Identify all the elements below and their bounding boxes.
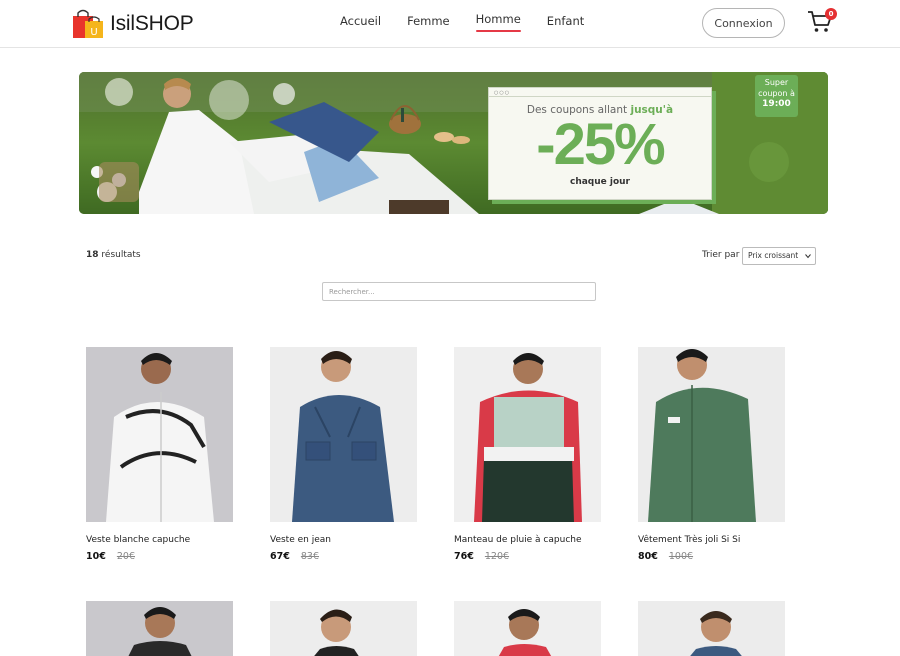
product-card[interactable] bbox=[270, 601, 417, 656]
product-old-price: 20€ bbox=[116, 551, 136, 562]
coupon-frequency: chaque jour bbox=[569, 177, 631, 187]
logo[interactable]: U IsilSHOP bbox=[72, 9, 194, 39]
product-name: Veste blanche capuche bbox=[86, 535, 191, 545]
product-old-price: 83€ bbox=[300, 551, 320, 562]
product-prices: 80€ 100€ bbox=[638, 551, 785, 562]
product-prices: 10€ 20€ bbox=[86, 551, 233, 562]
sort-select[interactable]: Prix croissant bbox=[742, 247, 816, 265]
product-old-price: 100€ bbox=[668, 551, 694, 562]
product-price: 76€ bbox=[454, 551, 474, 562]
product-card[interactable]: Veste blanche capuche 10€ 20€ bbox=[86, 347, 233, 562]
shopping-bag-icon: U bbox=[73, 9, 103, 38]
search-input[interactable] bbox=[322, 282, 596, 301]
super-tag-line2: coupon à bbox=[758, 89, 795, 98]
product-card[interactable]: Manteau de pluie à capuche 76€ 120€ bbox=[454, 347, 601, 562]
results-number: 18 bbox=[86, 250, 99, 260]
product-card[interactable]: Veste en jean 67€ 83€ bbox=[270, 347, 417, 562]
window-dots-icon: ○○○ bbox=[494, 90, 511, 96]
product-price: 10€ bbox=[86, 551, 106, 562]
product-old-price: 120€ bbox=[484, 551, 510, 562]
super-coupon-tag: Super coupon à 19:00 bbox=[755, 75, 798, 117]
product-card[interactable] bbox=[86, 601, 233, 656]
coupon-window-bar: ○○○ bbox=[489, 88, 711, 97]
product-card[interactable] bbox=[638, 601, 785, 656]
product-image bbox=[86, 601, 233, 656]
nav-item-femme[interactable]: Femme bbox=[407, 14, 450, 34]
product-prices: 67€ 83€ bbox=[270, 551, 417, 562]
login-button[interactable]: Connexion bbox=[702, 8, 785, 38]
nav-item-enfant[interactable]: Enfant bbox=[547, 14, 584, 34]
main-nav: Accueil Femme Homme Enfant bbox=[340, 12, 610, 34]
results-count: 18 résultats bbox=[86, 250, 141, 260]
product-name: Vêtement Très joli Si Si bbox=[638, 535, 741, 545]
product-image bbox=[454, 347, 601, 522]
coupon-discount: -25% bbox=[536, 112, 665, 177]
product-price: 67€ bbox=[270, 551, 290, 562]
product-card[interactable] bbox=[454, 601, 601, 656]
nav-item-accueil[interactable]: Accueil bbox=[340, 14, 381, 34]
site-header: U IsilSHOP Accueil Femme Homme Enfant Co… bbox=[0, 0, 900, 48]
promo-banner[interactable]: ○○○ Des coupons allant jusqu'à -25% chaq… bbox=[79, 72, 828, 214]
logo-text: IsilSHOP bbox=[110, 12, 194, 35]
product-image bbox=[454, 601, 601, 656]
nav-item-homme[interactable]: Homme bbox=[475, 12, 521, 32]
super-tag-line1: Super bbox=[764, 78, 789, 87]
results-label: résultats bbox=[101, 250, 141, 260]
product-name: Veste en jean bbox=[270, 535, 331, 545]
coupon-card: ○○○ Des coupons allant jusqu'à -25% chaq… bbox=[488, 87, 712, 200]
product-image bbox=[638, 347, 785, 522]
product-prices: 76€ 120€ bbox=[454, 551, 601, 562]
product-image bbox=[270, 347, 417, 522]
product-image bbox=[638, 601, 785, 656]
super-tag-time: 19:00 bbox=[762, 99, 791, 109]
product-name: Manteau de pluie à capuche bbox=[454, 535, 582, 545]
product-image bbox=[86, 347, 233, 522]
product-image bbox=[270, 601, 417, 656]
chevron-down-icon bbox=[805, 254, 811, 259]
product-price: 80€ bbox=[638, 551, 658, 562]
logo-badge-letter: U bbox=[90, 27, 97, 38]
product-card[interactable]: Vêtement Très joli Si Si 80€ 100€ bbox=[638, 347, 785, 562]
sort-label: Trier par : bbox=[702, 250, 746, 260]
sort-selected-value: Prix croissant bbox=[748, 251, 799, 260]
banner-photo bbox=[79, 72, 828, 214]
cart-count-badge: 0 bbox=[825, 8, 837, 20]
